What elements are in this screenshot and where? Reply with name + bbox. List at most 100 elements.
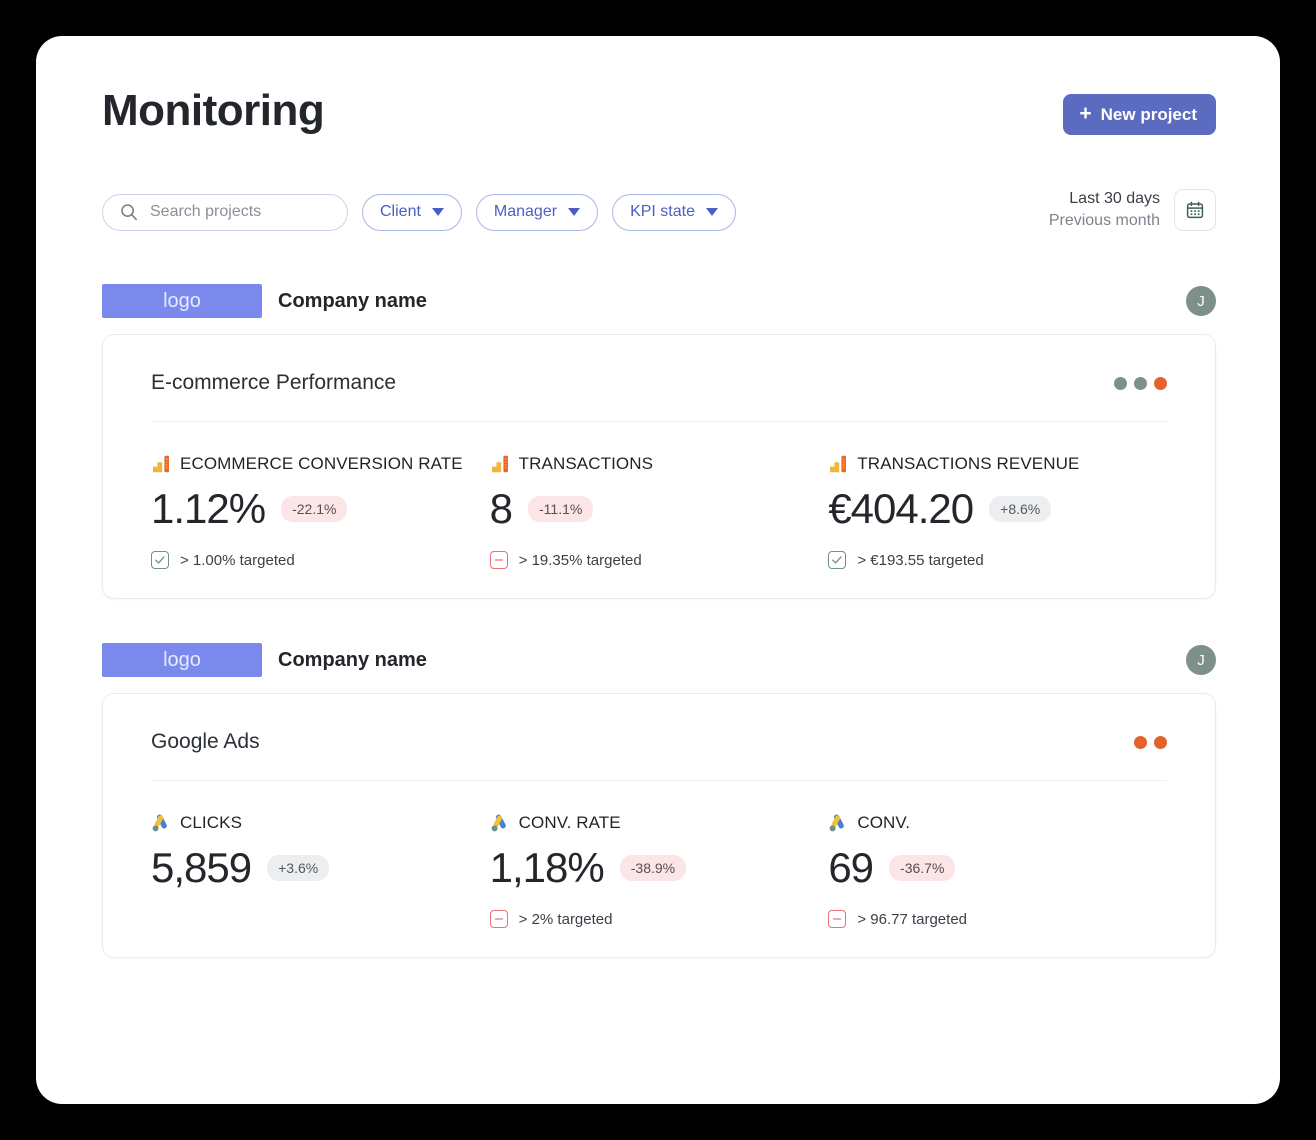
kpi-label-row: TRANSACTIONS xyxy=(490,454,829,474)
target-missed-checkbox xyxy=(489,910,508,928)
kpi-value: €404.20 xyxy=(828,485,974,532)
app-window: Monitoring + New project Client xyxy=(36,36,1280,1104)
kpi-target-row: > 1.00% targeted xyxy=(151,550,490,570)
kpi-tile[interactable]: CLICKS 5,859 +3.6% xyxy=(151,813,490,929)
status-dot xyxy=(1114,376,1127,390)
kpi-value: 1.12% xyxy=(151,485,266,532)
target-met-checkbox xyxy=(151,551,169,569)
kpi-tile[interactable]: TRANSACTIONS 8 -11.1% > 19.35% targeted xyxy=(489,454,829,570)
google-analytics-icon xyxy=(828,454,848,474)
kpi-value-row: 8 -11.1% xyxy=(490,482,829,536)
filter-pill-client[interactable]: Client xyxy=(362,193,462,231)
kpi-value-row: €404.20 +8.6% xyxy=(828,482,1167,536)
kpi-label: CONV. RATE xyxy=(518,813,621,832)
google-ads-icon xyxy=(490,813,510,833)
project-card-title: E-commerce Performance xyxy=(151,371,397,394)
kpi-value: 1,18% xyxy=(489,844,605,891)
kpi-label: CLICKS xyxy=(180,813,243,832)
kpi-label-row: ECOMMERCE CONVERSION RATE xyxy=(151,454,490,474)
filter-pill-kpi-state[interactable]: KPI state xyxy=(612,193,736,231)
kpi-target-text: > €193.55 targeted xyxy=(857,551,984,569)
kpi-target-text: > 1.00% targeted xyxy=(180,551,295,569)
date-range-secondary: Previous month xyxy=(1048,211,1160,229)
kpi-value-row: 5,859 +3.6% xyxy=(151,841,490,895)
chevron-down-icon xyxy=(431,208,444,216)
chevron-down-icon xyxy=(705,208,718,216)
kpi-label: TRANSACTIONS REVENUE xyxy=(857,454,1080,473)
date-range-selector[interactable]: Last 30 days Previous month xyxy=(1049,188,1216,231)
avatar[interactable]: J xyxy=(1186,645,1216,675)
kpi-grid: ECOMMERCE CONVERSION RATE 1.12% -22.1% > 1.… xyxy=(103,422,1215,570)
kpi-target-text: > 96.77 targeted xyxy=(857,910,968,928)
search-box[interactable] xyxy=(102,193,348,231)
kpi-target-row: > 19.35% targeted xyxy=(489,550,829,570)
kpi-label-row: CLICKS xyxy=(151,813,490,833)
search-input[interactable] xyxy=(150,203,331,221)
kpi-value: 69 xyxy=(828,844,874,891)
kpi-value-row: 1,18% -38.9% xyxy=(490,841,829,895)
kpi-target-text: > 19.35% targeted xyxy=(518,551,642,569)
project-card-title: Google Ads xyxy=(151,730,260,753)
kpi-value: 8 xyxy=(489,485,513,532)
filter-bar: Client Manager KPI state Last 30 days Pr… xyxy=(102,188,1216,234)
company-name: Company name xyxy=(278,289,427,312)
kpi-value: 5,859 xyxy=(151,844,252,891)
google-analytics-icon xyxy=(490,454,510,474)
google-analytics-icon xyxy=(151,454,171,474)
filter-pill-kpi-state-label: KPI state xyxy=(630,203,695,220)
kpi-delta-badge: -38.9% xyxy=(619,855,687,881)
company-list: logo Company name J E-commerce Performance E… xyxy=(102,284,1216,958)
project-card[interactable]: Google Ads CLICKS 5,859 +3.6% CONV. RATE 1,18… xyxy=(102,693,1216,958)
status-dot xyxy=(1154,376,1167,390)
kpi-label: CONV. xyxy=(857,813,911,832)
project-card[interactable]: E-commerce Performance ECOMMERCE CONVERSI… xyxy=(102,334,1216,599)
kpi-delta-badge: +3.6% xyxy=(267,855,330,881)
kpi-tile[interactable]: CONV. RATE 1,18% -38.9% > 2% targeted xyxy=(489,813,829,929)
status-dot xyxy=(1154,735,1167,749)
kpi-label-row: CONV. RATE xyxy=(490,813,829,833)
filter-pill-client-label: Client xyxy=(380,203,421,220)
kpi-tile[interactable]: ECOMMERCE CONVERSION RATE 1.12% -22.1% > 1.… xyxy=(151,454,490,570)
kpi-delta-badge: +8.6% xyxy=(989,496,1052,522)
kpi-target-row: > €193.55 targeted xyxy=(828,550,1167,570)
filter-pill-manager-label: Manager xyxy=(493,203,558,220)
calendar-icon xyxy=(1185,200,1205,220)
company-logo: logo xyxy=(102,643,262,677)
target-missed-checkbox xyxy=(489,551,508,569)
new-project-button[interactable]: + New project xyxy=(1063,94,1216,135)
kpi-delta-badge: -36.7% xyxy=(889,855,956,881)
plus-icon: + xyxy=(1079,102,1092,125)
company-header: logo Company name J xyxy=(102,643,1216,677)
new-project-label: New project xyxy=(1100,104,1197,124)
kpi-label: ECOMMERCE CONVERSION RATE xyxy=(180,454,463,473)
date-range-primary: Last 30 days xyxy=(1069,190,1160,207)
kpi-tile[interactable]: CONV. 69 -36.7% > 96.77 targeted xyxy=(828,813,1167,929)
filter-pill-manager[interactable]: Manager xyxy=(475,193,599,231)
page-header: Monitoring + New project xyxy=(102,87,1216,160)
kpi-grid: CLICKS 5,859 +3.6% CONV. RATE 1,18% -38.9% > 2… xyxy=(103,781,1215,929)
target-met-checkbox xyxy=(828,551,847,569)
chevron-down-icon xyxy=(568,208,581,216)
calendar-button[interactable] xyxy=(1174,188,1216,231)
google-ads-icon xyxy=(828,813,848,833)
company-logo: logo xyxy=(102,284,262,318)
kpi-target-text: > 2% targeted xyxy=(518,910,613,928)
status-dot xyxy=(1134,735,1147,749)
kpi-value-row: 69 -36.7% xyxy=(828,841,1167,895)
company-name: Company name xyxy=(278,648,427,671)
date-range-text: Last 30 days Previous month xyxy=(1049,188,1160,231)
search-icon xyxy=(119,202,139,222)
google-ads-icon xyxy=(151,813,171,833)
company-block: logo Company name J E-commerce Performance E… xyxy=(102,284,1216,599)
kpi-label: TRANSACTIONS xyxy=(518,454,654,473)
company-header: logo Company name J xyxy=(102,284,1216,318)
project-card-header: Google Ads xyxy=(103,694,1215,756)
monitoring-page: Monitoring + New project Client xyxy=(36,36,1280,1104)
kpi-delta-badge: -22.1% xyxy=(281,496,348,522)
kpi-delta-badge: -11.1% xyxy=(528,496,594,522)
kpi-label-row: TRANSACTIONS REVENUE xyxy=(828,454,1167,474)
company-block: logo Company name J Google Ads CLICKS 5,859 +3… xyxy=(102,643,1216,958)
project-card-header: E-commerce Performance xyxy=(103,335,1215,397)
kpi-tile[interactable]: TRANSACTIONS REVENUE €404.20 +8.6% > €193.5… xyxy=(828,454,1167,570)
avatar[interactable]: J xyxy=(1186,286,1216,316)
